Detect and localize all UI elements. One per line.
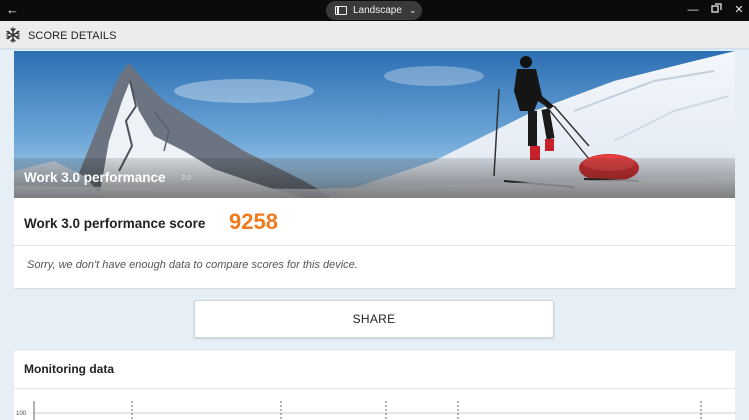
close-icon[interactable]: ✕ — [732, 3, 746, 17]
hero-banner-title: Work 3.0 performance — [24, 170, 166, 185]
y-tick-top: 100 — [16, 411, 27, 417]
window-titlebar: ← Landscape ⌄ — ✕ — [0, 0, 749, 21]
score-label: Work 3.0 performance score — [24, 216, 206, 231]
score-card: Work 3.0 performance score 9258 Sorry, w… — [14, 198, 735, 289]
monitoring-card: Monitoring data 100 — [14, 351, 735, 420]
page-title: SCORE DETAILS — [28, 30, 117, 42]
screen-orientation-icon — [335, 6, 347, 15]
compare-message: Sorry, we don't have enough data to comp… — [27, 259, 358, 271]
monitoring-chart: 100 — [16, 401, 735, 420]
score-value: 9258 — [229, 209, 278, 234]
orientation-label: Landscape — [353, 5, 402, 16]
restore-icon[interactable] — [709, 3, 723, 17]
snowflake-icon[interactable] — [4, 26, 22, 44]
score-row: Work 3.0 performance score 9258 — [14, 198, 735, 246]
hero-banner-version: 3.0 — [181, 175, 191, 182]
minimize-icon[interactable]: — — [686, 3, 700, 17]
orientation-dropdown[interactable]: Landscape ⌄ — [326, 1, 422, 20]
chevron-down-icon: ⌄ — [408, 5, 417, 15]
back-arrow-icon[interactable]: ← — [6, 2, 20, 18]
share-button[interactable]: SHARE — [194, 300, 554, 338]
monitoring-title: Monitoring data — [24, 362, 114, 376]
app-bar: SCORE DETAILS — [0, 21, 749, 50]
hero-image: Work 3.0 performance 3.0 — [14, 51, 735, 198]
